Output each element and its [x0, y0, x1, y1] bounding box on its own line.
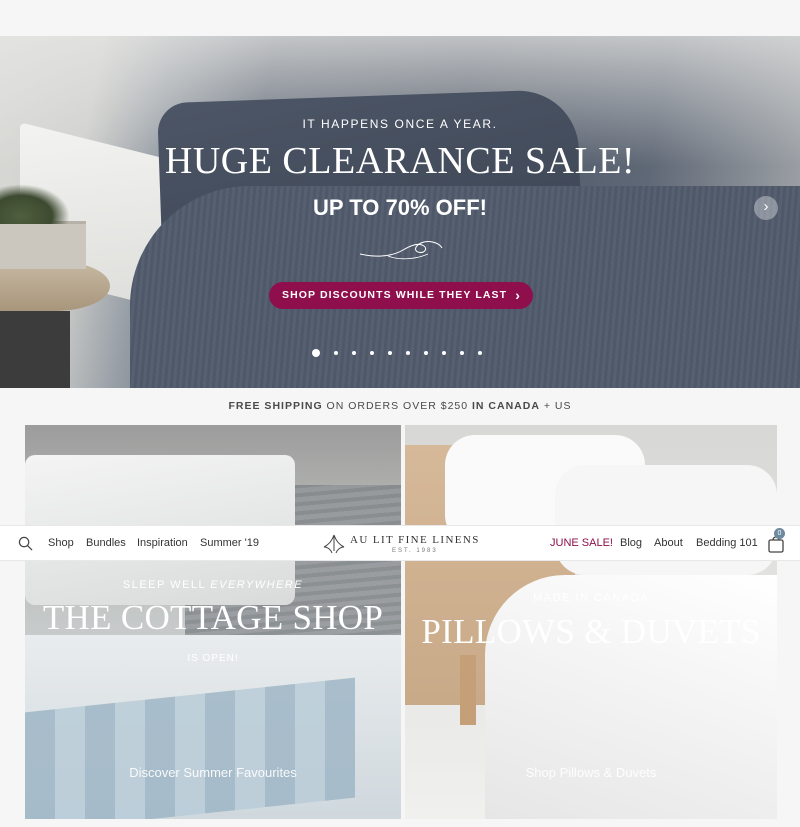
cart-count-badge: 0 [774, 528, 785, 539]
nav-shop[interactable]: Shop [48, 537, 74, 549]
cottage-shop-tile[interactable]: SLEEP WELL EVERYWHERE THE COTTAGE SHOP I… [25, 425, 401, 819]
carousel-dot[interactable] [312, 349, 320, 357]
logo-crest-icon [323, 534, 345, 554]
main-navigation: Shop Bundles Inspiration Summer '19 AU L… [0, 525, 800, 561]
carousel-dot[interactable] [352, 351, 356, 355]
site-logo[interactable]: AU LIT FINE LINENS EST. 1983 [322, 532, 482, 558]
shipping-region-extra: + US [539, 400, 572, 412]
shipping-notice: FREE SHIPPING ON ORDERS OVER $250 IN CAN… [0, 400, 800, 412]
carousel-dot[interactable] [370, 351, 374, 355]
hero-copy: IT HAPPENS ONCE A YEAR. HUGE CLEARANCE S… [0, 36, 800, 388]
flourish-ornament-icon [359, 241, 443, 260]
tile-bed-leg [460, 655, 476, 725]
nav-bedding-101[interactable]: Bedding 101 [696, 537, 758, 549]
carousel-dot[interactable] [442, 351, 446, 355]
carousel-pagination [312, 349, 496, 357]
hero-headline: HUGE CLEARANCE SALE! [164, 140, 636, 182]
shop-discounts-label: SHOP DISCOUNTS WHILE THEY LAST [282, 289, 508, 301]
carousel-dot[interactable] [406, 351, 410, 355]
nav-blog[interactable]: Blog [620, 537, 642, 549]
carousel-next-button[interactable]: › [754, 196, 778, 220]
shipping-threshold: ON ORDERS OVER $250 [322, 400, 472, 412]
hero-banner[interactable]: IT HAPPENS ONCE A YEAR. HUGE CLEARANCE S… [0, 36, 800, 388]
shipping-free-label: FREE SHIPPING [228, 400, 323, 412]
cottage-title: THE COTTAGE SHOP [42, 598, 384, 637]
pillows-title: PILLOWS & DUVETS [421, 612, 761, 651]
logo-established: EST. 1983 [392, 548, 438, 554]
nav-bundles[interactable]: Bundles [86, 537, 126, 549]
nav-about[interactable]: About [654, 537, 683, 549]
nav-june-sale[interactable]: JUNE SALE! [550, 537, 613, 549]
carousel-dot[interactable] [478, 351, 482, 355]
carousel-dot[interactable] [424, 351, 428, 355]
pillows-kicker: MADE IN CANADA [533, 592, 649, 604]
search-icon[interactable] [18, 536, 33, 551]
nav-inspiration[interactable]: Inspiration [137, 537, 188, 549]
hero-subhead: UP TO 70% OFF! [312, 195, 487, 220]
cottage-kicker: SLEEP WELL EVERYWHERE [25, 579, 401, 591]
pillows-duvets-tile[interactable]: MADE IN CANADA PILLOWS & DUVETS Shop Pil… [405, 425, 777, 819]
hero-eyebrow: IT HAPPENS ONCE A YEAR. [302, 117, 498, 131]
logo-wordmark: AU LIT FINE LINENS [350, 534, 480, 546]
carousel-dot[interactable] [388, 351, 392, 355]
chevron-right-icon: › [515, 287, 521, 303]
carousel-dot[interactable] [460, 351, 464, 355]
discover-summer-link[interactable]: Discover Summer Favourites [25, 765, 401, 780]
cottage-subtitle: IS OPEN! [187, 653, 239, 664]
cottage-kicker-em: EVERYWHERE [210, 579, 304, 591]
cottage-kicker-text: SLEEP WELL [122, 579, 211, 591]
chevron-right-icon: › [763, 198, 769, 215]
nav-summer[interactable]: Summer '19 [200, 537, 259, 549]
shipping-region: IN CANADA [472, 400, 540, 412]
shop-pillows-link[interactable]: Shop Pillows & Duvets [405, 765, 777, 780]
shop-discounts-button[interactable]: SHOP DISCOUNTS WHILE THEY LAST › [269, 282, 533, 309]
carousel-dot[interactable] [334, 351, 338, 355]
